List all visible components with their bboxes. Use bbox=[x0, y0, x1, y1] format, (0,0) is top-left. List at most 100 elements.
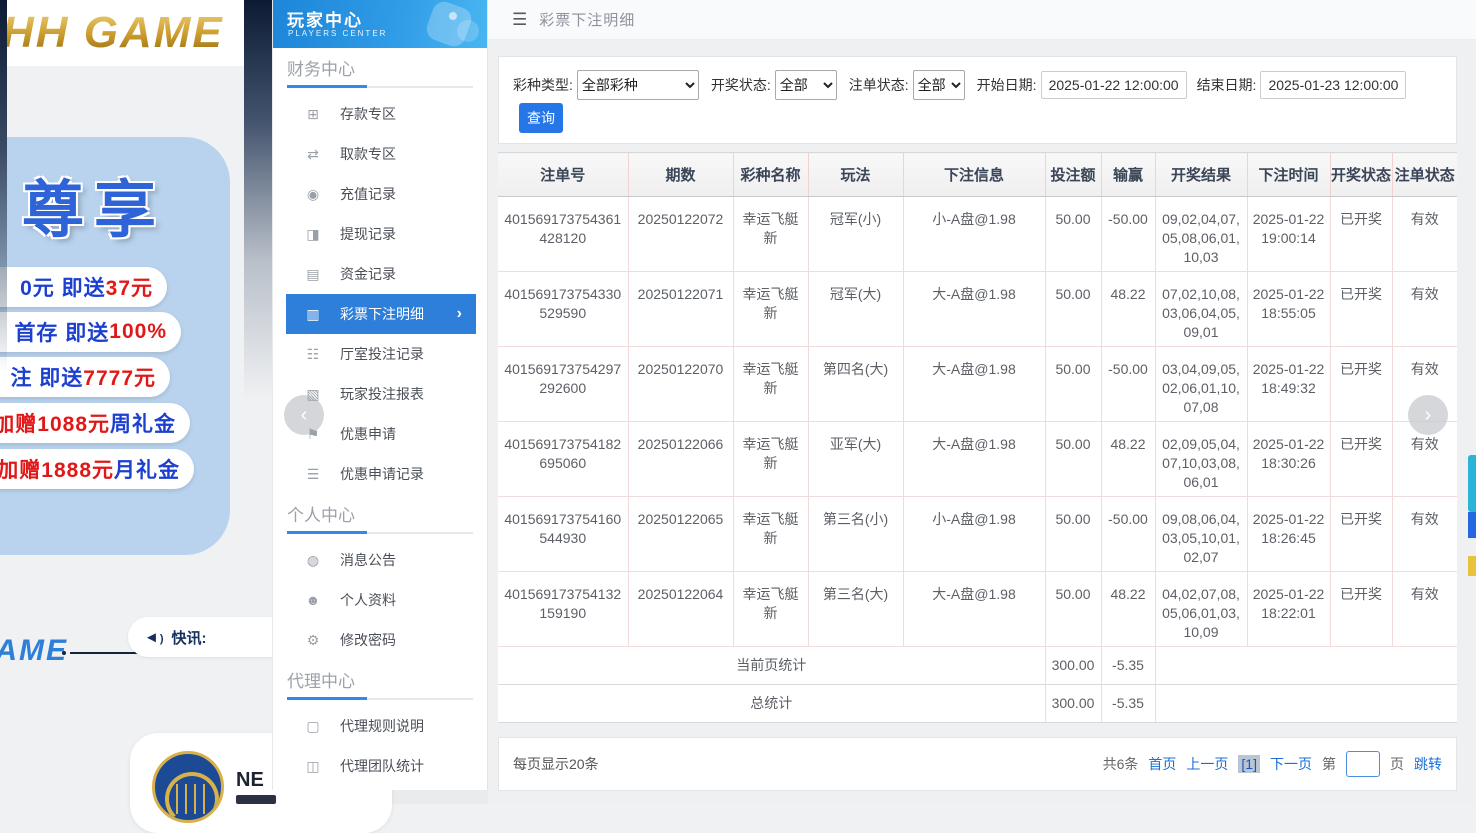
promo-record-icon: ☰ bbox=[306, 466, 320, 482]
section-underline bbox=[287, 531, 473, 534]
team-name: NE bbox=[236, 769, 264, 791]
sidebar-item-deposit[interactable]: ⊞ 存款专区 bbox=[273, 94, 487, 134]
sidebar-item-label: 修改密码 bbox=[340, 632, 396, 648]
cell-draw-status: 已开奖 bbox=[1330, 196, 1393, 272]
page-jump-input[interactable] bbox=[1346, 751, 1380, 777]
next-slide-button[interactable]: › bbox=[1408, 395, 1448, 435]
cell-lottery: 幸运飞艇新 bbox=[733, 346, 809, 422]
promo-amount: 加赠1888元 bbox=[0, 459, 114, 482]
widget-yellow-tab[interactable] bbox=[1468, 556, 1476, 576]
draw-status-select[interactable]: 全部 bbox=[774, 70, 837, 100]
summary-bet-total: 300.00 bbox=[1045, 684, 1102, 723]
cell-result: 04,02,07,08,05,06,01,03,10,09 bbox=[1155, 571, 1248, 647]
funds-icon: ▤ bbox=[306, 266, 320, 282]
cell-bet-id: 401569173754182695060 bbox=[498, 421, 629, 497]
order-status-select[interactable]: 全部 bbox=[912, 70, 965, 100]
cell-winloss: -50.00 bbox=[1101, 496, 1156, 572]
sidebar-item-agent-team-stats[interactable]: ◫ 代理团队统计 bbox=[273, 746, 487, 786]
sidebar-item-label: 彩票下注明细 bbox=[340, 306, 424, 322]
cell-bet-time: 2025-01-22 18:49:32 bbox=[1247, 346, 1331, 422]
sidebar-item-recharge-record[interactable]: ◉ 充值记录 bbox=[273, 174, 487, 214]
sidebar-item-profile[interactable]: ☻ 个人资料 bbox=[273, 580, 487, 620]
collapse-sidebar-button[interactable]: ‹ bbox=[284, 395, 324, 435]
hall-bets-icon: ☷ bbox=[306, 346, 320, 362]
sidebar-item-label: 代理团队统计 bbox=[340, 758, 424, 774]
widget-cyan-tab[interactable] bbox=[1468, 455, 1476, 512]
lottery-type-label: 彩种类型: bbox=[513, 77, 573, 93]
summary-label: 当前页统计 bbox=[498, 646, 1046, 685]
table-row: 401569173754160544930 20250122065 幸运飞艇新 第三名… bbox=[498, 496, 1457, 572]
lottery-detail-icon: ▥ bbox=[306, 306, 320, 322]
summary-empty bbox=[1155, 684, 1457, 723]
sidebar-item-promo-record[interactable]: ☰ 优惠申请记录 bbox=[273, 454, 487, 494]
end-date-input[interactable] bbox=[1260, 71, 1407, 99]
draw-status-label: 开奖状态: bbox=[710, 77, 771, 93]
prev-page-link[interactable]: 上一页 bbox=[1186, 754, 1228, 774]
cell-period: 20250122071 bbox=[628, 271, 734, 347]
summary-winloss-total: -5.35 bbox=[1101, 684, 1156, 723]
summary-label: 总统计 bbox=[498, 684, 1046, 723]
site-header: HH GAME bbox=[0, 0, 258, 66]
sidebar-subtitle: PLAYERS CENTER bbox=[288, 29, 388, 38]
jump-label-pre: 第 bbox=[1322, 756, 1336, 772]
hamburger-icon[interactable]: ☰ bbox=[512, 10, 527, 30]
cell-result: 07,02,10,08,03,06,04,05,09,01 bbox=[1155, 271, 1248, 347]
vip-badge: 尊享 bbox=[22, 176, 167, 245]
vip-promo-panel: 尊享 0元 即送 37元 首存 即送 100% 注 即送 7777元 加赠1088元周… bbox=[0, 137, 230, 667]
sidebar-item-withdraw[interactable]: ⇄ 取款专区 bbox=[273, 134, 487, 174]
cell-play: 第三名(大) bbox=[808, 571, 904, 647]
sidebar-item-change-password[interactable]: ⚙ 修改密码 bbox=[273, 620, 487, 660]
next-page-link[interactable]: 下一页 bbox=[1270, 754, 1312, 774]
promo-amount: 100% bbox=[109, 320, 167, 343]
search-button[interactable]: 查询 bbox=[519, 103, 563, 133]
site-logo: HH GAME bbox=[2, 8, 224, 57]
promo-amount: 加赠1088元 bbox=[0, 413, 110, 436]
sidebar-item-notices[interactable]: ◍ 消息公告 bbox=[273, 540, 487, 580]
recharge-icon: ◉ bbox=[306, 186, 320, 202]
cell-bet-info: 大-A盘@1.98 bbox=[903, 421, 1046, 497]
lottery-type-select[interactable]: 全部彩种 bbox=[576, 70, 699, 100]
pagination-bar: 每页显示20条 共6条 首页 上一页 [1] 下一页 第 页 跳转 bbox=[498, 737, 1457, 791]
sidebar-item-label: 厅室投注记录 bbox=[340, 346, 424, 362]
summary-empty bbox=[1155, 646, 1457, 685]
cell-lottery: 幸运飞艇新 bbox=[733, 496, 809, 572]
cell-play: 冠军(大) bbox=[808, 271, 904, 347]
sidebar-item-lottery-bet-detail[interactable]: ▥ 彩票下注明细 › bbox=[286, 294, 476, 334]
cell-draw-status: 已开奖 bbox=[1330, 346, 1393, 422]
cell-period: 20250122064 bbox=[628, 571, 734, 647]
chevron-left-icon: ‹ bbox=[300, 403, 308, 426]
cell-period: 20250122072 bbox=[628, 196, 734, 272]
sidebar-item-funds-record[interactable]: ▤ 资金记录 bbox=[273, 254, 487, 294]
sidebar-item-label: 代理规则说明 bbox=[340, 718, 424, 734]
first-page-link[interactable]: 首页 bbox=[1148, 754, 1176, 774]
start-date-input[interactable] bbox=[1040, 71, 1187, 99]
table-row: 401569173754132159190 20250122064 幸运飞艇新 第三名… bbox=[498, 571, 1457, 647]
left-edge-shade bbox=[0, 0, 7, 372]
widget-blue-tab[interactable] bbox=[1468, 512, 1476, 538]
table-row: 401569173754361428120 20250122072 幸运飞艇新 冠军(… bbox=[498, 196, 1457, 272]
cell-draw-status: 已开奖 bbox=[1330, 271, 1393, 347]
table-header-row: 注单号 期数 彩种名称 玩法 下注信息 投注额 输赢 开奖结果 下注时间 开奖状… bbox=[498, 152, 1457, 197]
sidebar-item-label: 资金记录 bbox=[340, 266, 396, 282]
sidebar-item-label: 取款专区 bbox=[340, 146, 396, 162]
bell-icon: ◍ bbox=[306, 552, 320, 568]
cell-result: 02,09,05,04,07,10,03,08,06,01 bbox=[1155, 421, 1248, 497]
jump-button[interactable]: 跳转 bbox=[1414, 754, 1442, 774]
promo-amount: 7777元 bbox=[83, 367, 156, 390]
cell-bet-amount: 50.00 bbox=[1045, 421, 1102, 497]
sidebar-item-label: 优惠申请 bbox=[340, 426, 396, 442]
section-title: 财务中心 bbox=[287, 60, 355, 79]
promo-text: 注 即送 bbox=[10, 367, 84, 390]
per-page-label: 每页显示20条 bbox=[513, 756, 599, 772]
sidebar-item-withdraw-record[interactable]: ◨ 提现记录 bbox=[273, 214, 487, 254]
sidebar-item-hall-bet-record[interactable]: ☷ 厅室投注记录 bbox=[273, 334, 487, 374]
sidebar-item-agent-rules[interactable]: ▢ 代理规则说明 bbox=[273, 706, 487, 746]
cell-bet-time: 2025-01-22 18:22:01 bbox=[1247, 571, 1331, 647]
person-icon: ☻ bbox=[305, 592, 321, 608]
col-header: 注单号 bbox=[498, 152, 629, 197]
cell-bet-time: 2025-01-22 18:55:05 bbox=[1247, 271, 1331, 347]
cell-bet-amount: 50.00 bbox=[1045, 196, 1102, 272]
floating-widget[interactable] bbox=[1468, 455, 1476, 576]
right-edge-shade bbox=[244, 0, 272, 400]
topbar: ☰ 彩票下注明细 bbox=[488, 0, 1476, 40]
